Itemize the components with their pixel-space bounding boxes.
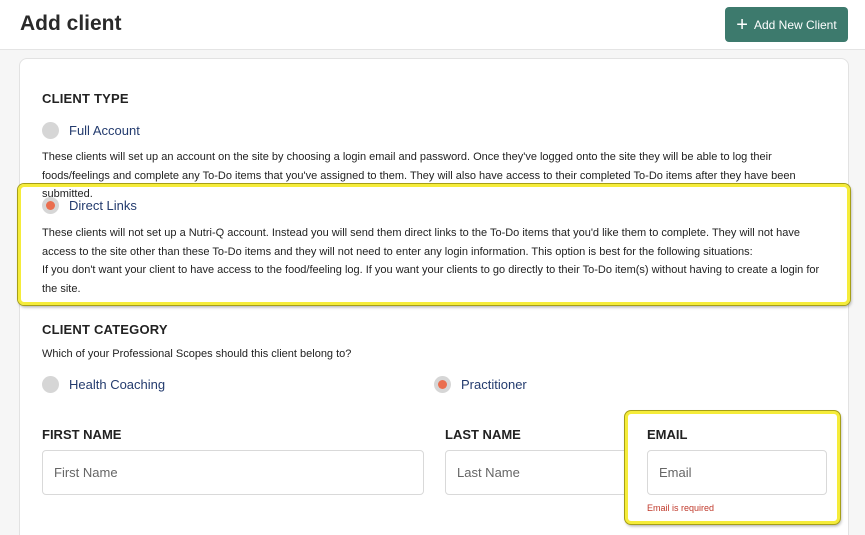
add-new-client-button[interactable]: + Add New Client [725,7,848,42]
radio-checked-icon[interactable] [434,376,451,393]
radio-label-full-account: Full Account [69,123,140,138]
first-name-label: FIRST NAME [42,427,122,442]
direct-links-description: These clients will not set up a Nutri-Q … [42,224,832,298]
radio-label-practitioner: Practitioner [461,377,527,392]
client-category-question: Which of your Professional Scopes should… [42,348,352,360]
last-name-label: LAST NAME [445,427,521,442]
first-name-input[interactable]: First Name [42,450,424,495]
radio-practitioner[interactable]: Practitioner [434,376,527,393]
radio-label-direct-links: Direct Links [69,198,137,213]
radio-full-account[interactable]: Full Account [42,122,140,139]
email-input[interactable]: Email [647,450,827,495]
radio-checked-icon[interactable] [42,197,59,214]
radio-unchecked-icon[interactable] [42,122,59,139]
email-label: EMAIL [647,427,688,442]
radio-direct-links[interactable]: Direct Links [42,197,137,214]
last-name-input[interactable]: Last Name [445,450,630,495]
radio-unchecked-icon[interactable] [42,376,59,393]
page-title: Add client [20,12,122,35]
email-error: Email is required [647,503,715,513]
top-bar: Add client + Add New Client [0,0,865,50]
plus-icon: + [736,13,748,36]
client-category-heading: CLIENT CATEGORY [42,322,168,337]
radio-label-health-coaching: Health Coaching [69,377,166,392]
client-type-heading: CLIENT TYPE [42,91,129,106]
direct-links-description-line: These clients will not set up a Nutri-Q … [42,227,800,258]
radio-health-coaching[interactable]: Health Coaching [42,376,165,393]
direct-links-situations: If you don't want your client to have ac… [42,264,820,295]
add-new-client-label: Add New Client [753,17,837,32]
